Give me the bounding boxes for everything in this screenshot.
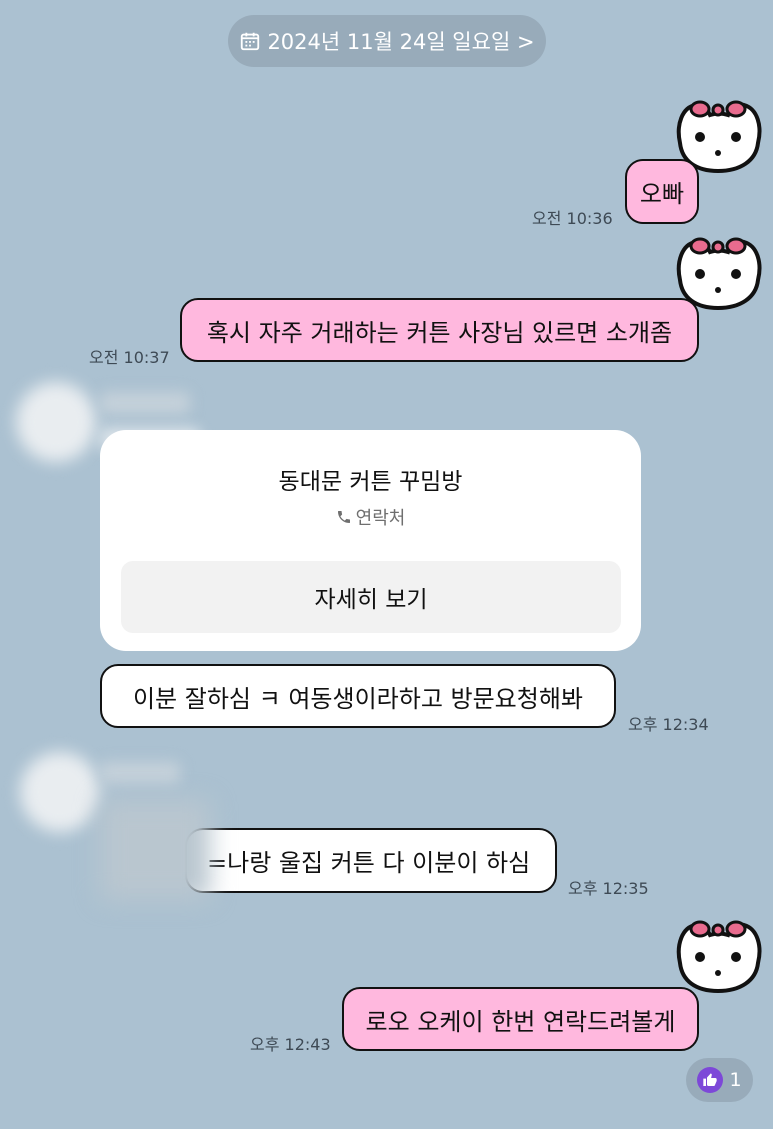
- message-text: =나랑 울집 커튼 다 이분이 하심: [207, 849, 531, 877]
- message-bubble-other[interactable]: =나랑 울집 커튼 다 이분이 하심: [185, 828, 557, 893]
- message-bubble-mine[interactable]: 오빠: [625, 159, 699, 224]
- date-header-label: 2024년 11월 24일 일요일 >: [267, 30, 535, 54]
- contact-card-subtitle-text: 연락처: [355, 508, 406, 529]
- reaction-count: 1: [729, 1069, 742, 1091]
- sender-avatar[interactable]: [20, 752, 100, 832]
- message-time: 오후 12:34: [628, 715, 709, 734]
- blurred-region: [100, 800, 210, 900]
- message-bubble-mine[interactable]: 혹시 자주 거래하는 커튼 사장님 있르면 소개좀: [180, 298, 699, 362]
- message-time: 오전 10:37: [89, 348, 170, 367]
- date-header[interactable]: 2024년 11월 24일 일요일 >: [228, 15, 546, 67]
- sender-name-blurred: [100, 392, 190, 414]
- contact-card[interactable]: 동대문 커튼 꾸밈방 연락처 자세히 보기: [100, 430, 641, 651]
- contact-card-title: 동대문 커튼 꾸밈방: [278, 469, 463, 495]
- calendar-icon: [241, 32, 260, 51]
- message-time: 오후 12:35: [568, 879, 649, 898]
- message-time: 오후 12:43: [250, 1035, 331, 1054]
- phone-icon: [337, 511, 350, 523]
- message-text: 혹시 자주 거래하는 커튼 사장님 있르면 소개좀: [206, 318, 673, 347]
- thumbs-up-icon: [697, 1067, 724, 1093]
- view-details-button[interactable]: 자세히 보기: [121, 561, 621, 633]
- sender-name-blurred: [100, 762, 180, 784]
- message-text: 로오 오케이 한번 연락드려볼게: [365, 1007, 676, 1036]
- message-text: 이분 잘하심 ㅋ 여동생이라하고 방문요청해봐: [132, 684, 584, 713]
- cat-sticker: [676, 920, 762, 994]
- message-time: 오전 10:36: [532, 209, 613, 228]
- contact-card-subtitle: 연락처: [100, 504, 641, 530]
- reaction-badge[interactable]: 1: [686, 1058, 753, 1102]
- message-bubble-other[interactable]: 이분 잘하심 ㅋ 여동생이라하고 방문요청해봐: [100, 664, 616, 728]
- message-text: 오빠: [639, 180, 685, 208]
- sender-avatar[interactable]: [16, 382, 96, 462]
- message-bubble-mine[interactable]: 로오 오케이 한번 연락드려볼게: [342, 987, 699, 1051]
